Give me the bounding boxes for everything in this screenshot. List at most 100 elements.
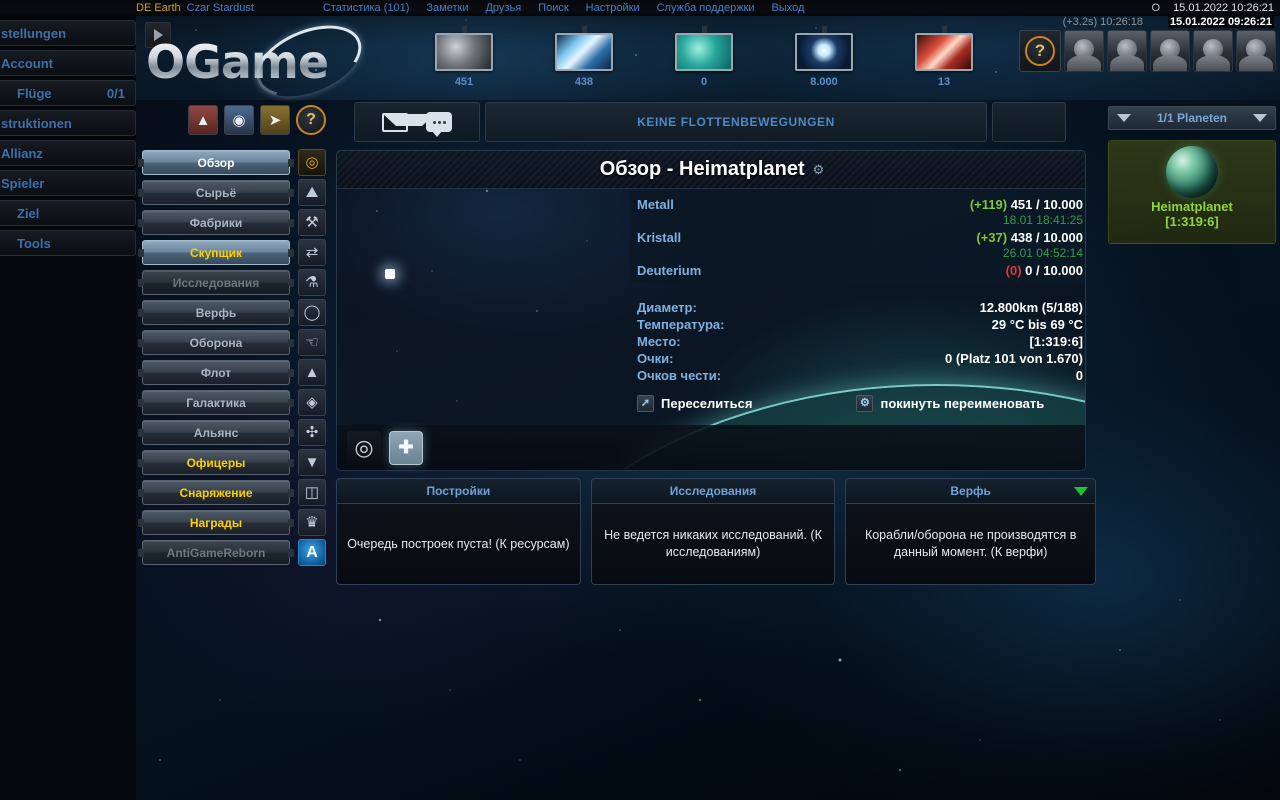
eye-icon[interactable]: ◉ [224, 105, 254, 135]
defence-icon[interactable]: ☜ [298, 329, 326, 356]
info-row-diameter: Диаметр: 12.800km (5/188) [637, 300, 1083, 315]
sidebar-item-resources[interactable]: Сырьё ⛰ [138, 179, 330, 206]
menu-settings[interactable]: Настройки [586, 1, 640, 15]
cursor-icon[interactable]: ➤ [260, 105, 290, 135]
resource-energy[interactable]: 8.000 [764, 26, 884, 88]
left-overflow-panel: stellungen Account Flüge 0/1 struktionen… [0, 16, 136, 800]
trophy-icon[interactable]: ♛ [298, 509, 326, 536]
fleet-status-row: KEINE FLOTTENBEWEGUNGEN [354, 102, 1066, 142]
sidebar-item-overview[interactable]: Обзор ◎ [138, 149, 330, 176]
panel-research-body[interactable]: Не ведется никаких исследований. (К иссл… [590, 503, 836, 585]
chat-bubble-icon[interactable] [426, 112, 452, 137]
player-name[interactable]: Czar Stardust [187, 1, 254, 15]
resource-deuterium-value: 0 [700, 76, 708, 88]
sidebar-item-alliance[interactable]: Альянс ✣ [138, 419, 330, 446]
help-avatar-button[interactable]: ? [1019, 30, 1061, 72]
nav-label: Исследования [172, 275, 260, 290]
left-item-spieler[interactable]: Spieler [0, 170, 136, 196]
sidebar-item-defence[interactable]: Оборона ☜ [138, 329, 330, 356]
menu-notes[interactable]: Заметки [426, 1, 468, 15]
abandon-rename-label: покинуть переименовать [880, 396, 1045, 411]
antigame-icon[interactable]: A [298, 539, 326, 566]
left-item-konstruktionen[interactable]: struktionen [0, 110, 136, 136]
sidebar-item-facilities[interactable]: Фабрики ⚒ [138, 209, 330, 236]
new-note-icon[interactable]: ✚ [389, 430, 423, 465]
trade-arrows-icon[interactable]: ⇄ [298, 239, 326, 266]
officer-avatar-engineer[interactable] [1150, 30, 1190, 72]
left-item-account[interactable]: Account [0, 50, 136, 76]
chevrons-icon[interactable]: ▼ [298, 449, 326, 476]
sidebar-item-research[interactable]: Исследования ⚗ [138, 269, 330, 296]
sidebar-item-antigamereborn[interactable]: AntiGameReborn A [138, 539, 330, 566]
mine-icon[interactable]: ⛰ [298, 179, 326, 206]
panel-title: Исследования [669, 484, 757, 498]
sidebar-item-officers[interactable]: Офицеры ▼ [138, 449, 330, 476]
resource-deuterium[interactable]: 0 [644, 26, 764, 88]
nav-label: Флот [200, 365, 232, 380]
menu-friends[interactable]: Друзья [485, 1, 521, 15]
resource-metal-value: 451 [454, 76, 474, 88]
left-item-fluege[interactable]: Flüge 0/1 [0, 80, 136, 106]
info-value: 29 °C bis 69 °C [991, 317, 1083, 332]
panel-research-header: Исследования [590, 478, 836, 503]
officer-avatar-technocrat[interactable] [1236, 30, 1276, 72]
left-item-ziel[interactable]: Ziel [0, 200, 136, 226]
nav-label: AntiGameReborn [166, 545, 266, 560]
help-icon[interactable]: ? [296, 105, 326, 135]
factory-icon[interactable]: ⚒ [298, 209, 326, 236]
sidebar-item-merchant[interactable]: Скупщик ⇄ [138, 239, 330, 266]
fleet-icon[interactable]: ▲ [188, 105, 218, 135]
panel-shipyard: Верфь Корабли/оборона не производятся в … [845, 478, 1096, 588]
abandon-rename-action[interactable]: ⚙ покинуть переименовать [856, 395, 1044, 412]
green-down-arrow-icon[interactable] [1073, 487, 1088, 496]
left-item-tools[interactable]: Tools [0, 230, 136, 256]
menu-search[interactable]: Поиск [538, 1, 568, 15]
panel-buildings-header: Постройки [336, 478, 581, 503]
panel-buildings-body[interactable]: Очередь построек пуста! (К ресурсам) [336, 503, 581, 585]
sidebar-item-galaxy[interactable]: Галактика ◈ [138, 389, 330, 416]
chevron-down-icon-right[interactable] [1253, 114, 1267, 122]
deuterium-icon [675, 33, 733, 71]
ogame-logo[interactable]: OGame [146, 11, 376, 111]
relocate-action[interactable]: ➚ Переселиться [637, 395, 752, 412]
server-name[interactable]: DE Earth [136, 1, 181, 15]
sidebar-item-rewards[interactable]: Награды ♛ [138, 509, 330, 536]
fleet-ship-icon[interactable]: ▲ [298, 359, 326, 386]
sidebar-item-fleet[interactable]: Флот ▲ [138, 359, 330, 386]
overview-icon[interactable]: ◎ [298, 149, 326, 176]
planet-card-heimatplanet[interactable]: Heimatplanet [1:319:6] [1108, 140, 1276, 244]
shipyard-icon[interactable]: ◯ [298, 299, 326, 326]
gear-icon[interactable]: ⚙ [813, 162, 825, 178]
sidebar-item-equipment[interactable]: Снаряжение ◫ [138, 479, 330, 506]
officer-avatar-admiral[interactable] [1107, 30, 1147, 72]
panel-shipyard-body[interactable]: Корабли/оборона не производятся в данный… [845, 503, 1096, 585]
left-item-label: Ziel [17, 205, 40, 221]
chevron-down-icon-left[interactable] [1117, 114, 1131, 122]
flask-icon[interactable]: ⚗ [298, 269, 326, 296]
info-label: Диаметр: [637, 300, 697, 315]
resource-darkmatter[interactable]: 13 [884, 26, 1004, 88]
gift-box-icon[interactable]: ◫ [298, 479, 326, 506]
menu-logout[interactable]: Выход [772, 1, 805, 15]
left-item-allianz[interactable]: Allianz [0, 140, 136, 166]
info-value: 12.800km (5/188) [979, 300, 1083, 315]
planet-actions: ➚ Переселиться ⚙ покинуть переименовать [629, 395, 1085, 412]
resource-summary-table: Metall (+119) 451 / 10.000 18.01 18:41:2… [629, 191, 1085, 283]
resource-metal[interactable]: 451 [404, 26, 524, 88]
menu-statistics[interactable]: Статистика (101) [323, 1, 410, 15]
envelope-icon[interactable] [382, 112, 435, 132]
alliance-network-icon[interactable]: ✣ [298, 419, 326, 446]
menu-support[interactable]: Служба поддержки [657, 1, 755, 15]
sidebar-item-shipyard[interactable]: Верфь ◯ [138, 299, 330, 326]
top-right-status: O 15.01.2022 10:26:21 [1152, 1, 1275, 15]
left-item-label: Account [1, 55, 53, 71]
galaxy-spiral-icon[interactable]: ◈ [298, 389, 326, 416]
info-row-position: Место: [1:319:6] [637, 334, 1083, 349]
resource-crystal[interactable]: 438 [524, 26, 644, 88]
empire-atom-icon[interactable]: ◎ [347, 430, 381, 465]
fleet-movement-bar[interactable]: KEINE FLOTTENBEWEGUNGEN [485, 102, 987, 142]
officer-avatar-geologist[interactable] [1193, 30, 1233, 72]
server-clock: 15.01.2022 09:26:21 [1167, 16, 1274, 28]
officer-avatar-commander[interactable] [1064, 30, 1104, 72]
planet-selector[interactable]: 1/1 Planeten [1108, 106, 1276, 130]
